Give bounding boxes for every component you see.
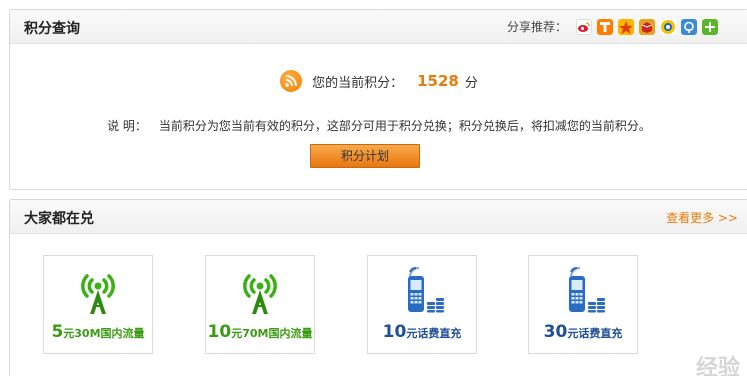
exchange-panel-title: 大家都在兑 <box>24 211 94 227</box>
note-text: 当前积分为您当前有效的积分，这部分可用于积分兑换；积分兑换后，将扣减您的当前积分… <box>158 119 651 133</box>
tudou-icon[interactable] <box>597 18 613 35</box>
qzone-icon[interactable] <box>618 18 634 35</box>
exchange-item-label: 5元30M国内流量 <box>44 322 152 342</box>
exchange-item-label: 10元话费直充 <box>368 322 476 342</box>
current-points-row: 您的当前积分： 1528 分 <box>10 70 747 92</box>
weibo-icon[interactable] <box>576 18 592 35</box>
exchange-item-card[interactable]: 5元30M国内流量 <box>43 255 153 354</box>
renren-icon[interactable] <box>660 18 676 35</box>
watermark: 经验 <box>695 356 740 376</box>
rss-icon <box>280 70 303 92</box>
points-unit: 分 <box>464 75 478 91</box>
exchange-item-desc: 元话费直充 <box>406 327 462 340</box>
mobile-phone-coins-icon <box>529 266 637 316</box>
points-note: 说 明： 当前积分为您当前有效的积分，这部分可用于积分兑换；积分兑换后，将扣减您的… <box>10 117 747 134</box>
exchange-item-amount: 10 <box>207 322 232 342</box>
douban-icon[interactable] <box>681 18 697 35</box>
exchange-item-card[interactable]: 30元话费直充 <box>528 255 638 354</box>
current-points-value: 1528 <box>417 72 459 90</box>
points-plan-button[interactable]: 积分计划 <box>310 144 420 168</box>
exchange-item-card[interactable]: 10元70M国内流量 <box>205 255 315 354</box>
exchange-item-card[interactable]: 10元话费直充 <box>367 255 477 354</box>
signal-tower-icon <box>44 266 152 316</box>
exchange-item-desc: 元30M国内流量 <box>63 327 145 340</box>
exchange-item-desc: 元70M国内流量 <box>231 327 313 340</box>
exchange-panel-header: 大家都在兑 查看更多 >> <box>10 200 747 234</box>
more-share-icon[interactable] <box>702 18 718 35</box>
popular-exchange-panel: 大家都在兑 查看更多 >> 5元30M国内流量 10元70M国内流量 10元话费… <box>9 199 747 376</box>
points-panel-title: 积分查询 <box>24 21 80 37</box>
current-points-label: 您的当前积分： <box>312 75 404 91</box>
exchange-item-amount: 30 <box>543 322 568 342</box>
page: 积分查询 分享推荐： 您的当前积分： 1528 分 说 明： 当前积分为您当前有… <box>0 0 747 376</box>
exchange-item-amount: 10 <box>382 322 407 342</box>
exchange-item-amount: 5 <box>51 322 64 342</box>
exchange-item-label: 30元话费直充 <box>529 322 637 342</box>
points-query-panel: 积分查询 分享推荐： 您的当前积分： 1528 分 说 明： 当前积分为您当前有… <box>9 9 747 190</box>
kaixin-icon[interactable] <box>639 18 655 35</box>
share-label: 分享推荐： <box>506 20 567 34</box>
signal-tower-icon <box>206 266 314 316</box>
mobile-phone-coins-icon <box>368 266 476 316</box>
share-bar: 分享推荐： <box>507 18 718 35</box>
note-label: 说 明： <box>107 119 147 133</box>
points-panel-header: 积分查询 分享推荐： <box>10 10 747 44</box>
exchange-item-desc: 元话费直充 <box>567 327 623 340</box>
view-more-link[interactable]: 查看更多 >> <box>666 209 738 226</box>
exchange-item-label: 10元70M国内流量 <box>206 322 314 342</box>
